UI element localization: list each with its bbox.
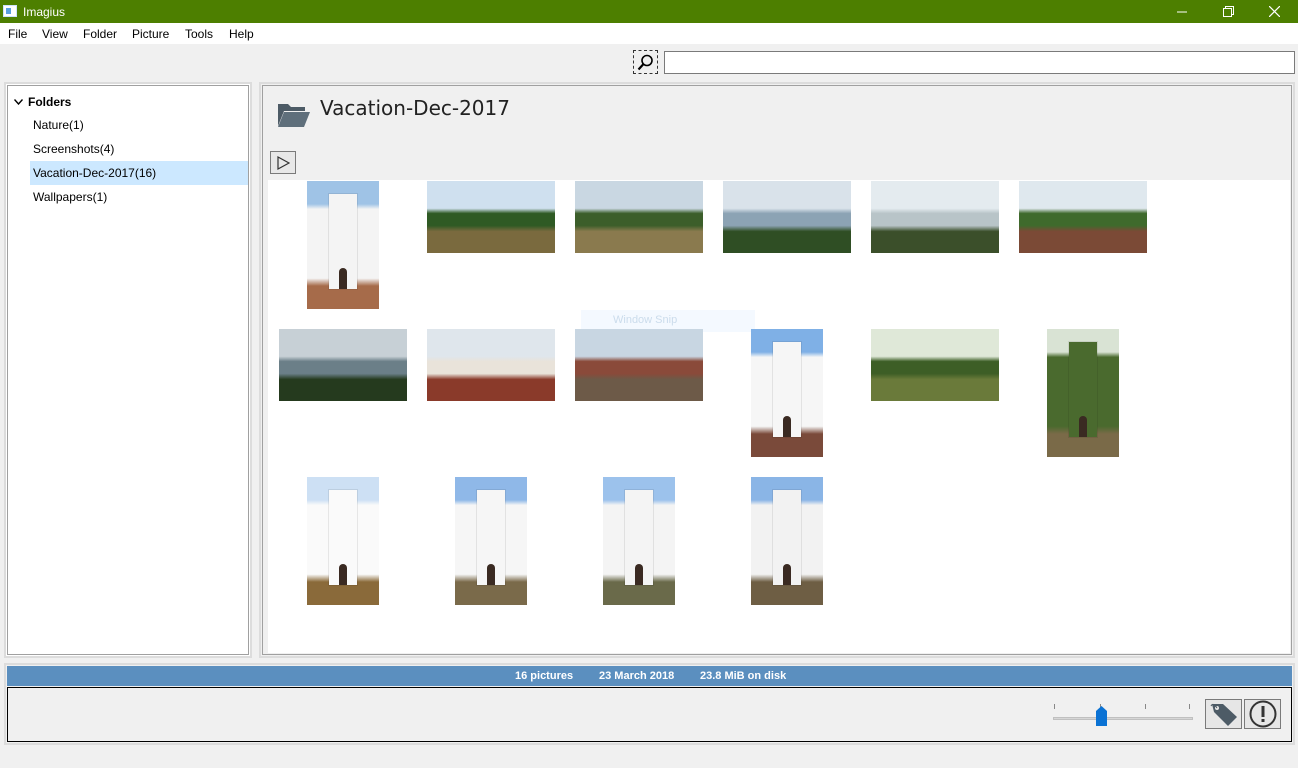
- status-strip: 16 pictures 23 March 2018 23.8 MiB on di…: [7, 666, 1292, 686]
- thumbnail-door: [1078, 415, 1088, 437]
- folders-tree: Folders Nature(1) Screenshots(4) Vacatio…: [7, 85, 249, 655]
- thumbnail-building: [328, 489, 358, 585]
- thumbnail-building: [476, 489, 506, 585]
- photo-thumbnail[interactable]: [455, 477, 527, 605]
- thumbnail-building: [1068, 341, 1098, 437]
- folders-root[interactable]: Folders: [13, 95, 72, 109]
- photo-thumbnail[interactable]: [575, 329, 703, 401]
- thumbnail-door: [782, 415, 792, 437]
- close-button[interactable]: [1251, 0, 1297, 23]
- thumbnail-building: [624, 489, 654, 585]
- thumbnail-door: [338, 563, 348, 585]
- thumbnail-building: [328, 193, 358, 289]
- thumbnail-grid: Window Snip: [268, 180, 1290, 653]
- picture-count: 16 pictures: [515, 670, 574, 682]
- folder-open-icon: [278, 104, 310, 127]
- sidebar-item-label: Wallpapers(1): [33, 190, 108, 204]
- minimize-icon: [1177, 11, 1187, 12]
- menu-picture[interactable]: Picture: [132, 27, 169, 41]
- photo-thumbnail[interactable]: [723, 181, 851, 253]
- tag-icon: [1210, 703, 1237, 726]
- search-input[interactable]: [664, 51, 1295, 74]
- photo-thumbnail[interactable]: [751, 477, 823, 605]
- thumbnail-building: [772, 341, 802, 437]
- photo-thumbnail[interactable]: [751, 329, 823, 457]
- menu-file[interactable]: File: [8, 27, 27, 41]
- menu-tools[interactable]: Tools: [185, 27, 213, 41]
- window-title: Imagius: [23, 5, 66, 19]
- chevron-down-icon[interactable]: [13, 97, 24, 107]
- search-button[interactable]: [633, 50, 658, 74]
- sidebar-item-nature[interactable]: Nature(1): [30, 113, 248, 137]
- bottom-toolbar: [7, 687, 1292, 742]
- sidebar-item-screenshots[interactable]: Screenshots(4): [30, 137, 248, 161]
- photo-thumbnail[interactable]: [1019, 181, 1147, 253]
- photo-thumbnail[interactable]: [279, 329, 407, 401]
- folders-panel: Folders Nature(1) Screenshots(4) Vacatio…: [4, 82, 252, 658]
- minimize-button[interactable]: [1159, 0, 1205, 23]
- sidebar-item-label: Screenshots(4): [33, 142, 115, 156]
- slider-tick: [1145, 704, 1146, 709]
- warning-icon: [1249, 700, 1276, 728]
- restore-icon: [1222, 6, 1234, 17]
- close-icon: [1268, 6, 1280, 17]
- menu-bar: File View Folder Picture Tools Help: [0, 23, 1298, 44]
- search-icon: [637, 54, 653, 70]
- zoom-slider-thumb[interactable]: [1096, 706, 1107, 726]
- menu-folder[interactable]: Folder: [83, 27, 117, 41]
- tag-button[interactable]: [1205, 699, 1242, 729]
- thumbnail-door: [486, 563, 496, 585]
- photo-thumbnail[interactable]: [871, 329, 999, 401]
- folder-date: 23 March 2018: [599, 670, 675, 682]
- photo-thumbnail[interactable]: [575, 181, 703, 253]
- folder-title: Vacation-Dec-2017: [320, 96, 510, 120]
- restore-button[interactable]: [1205, 0, 1251, 23]
- photo-thumbnail[interactable]: [427, 329, 555, 401]
- menu-help[interactable]: Help: [229, 27, 254, 41]
- photo-thumbnail[interactable]: [603, 477, 675, 605]
- title-bar: Imagius: [0, 0, 1298, 23]
- photo-thumbnail[interactable]: [1047, 329, 1119, 457]
- thumbnail-building: [772, 489, 802, 585]
- sidebar-item-label: Vacation-Dec-2017(16): [33, 166, 157, 180]
- thumbnail-door: [782, 563, 792, 585]
- thumbnail-door: [338, 267, 348, 289]
- photo-thumbnail[interactable]: [871, 181, 999, 253]
- menu-view[interactable]: View: [42, 27, 68, 41]
- status-area: 16 pictures 23 March 2018 23.8 MiB on di…: [4, 663, 1295, 745]
- folders-root-label: Folders: [28, 95, 72, 109]
- disk-usage: 23.8 MiB on disk: [700, 670, 787, 682]
- slider-tick: [1189, 704, 1190, 709]
- thumbnail-door: [634, 563, 644, 585]
- gallery-area: Vacation-Dec-2017 Window Snip: [262, 85, 1292, 655]
- warning-button[interactable]: [1244, 699, 1281, 729]
- sidebar-item-label: Nature(1): [33, 118, 84, 132]
- photo-thumbnail[interactable]: [307, 477, 379, 605]
- play-icon: [276, 155, 290, 170]
- zoom-slider[interactable]: [1053, 717, 1193, 720]
- slider-tick: [1054, 704, 1055, 709]
- app-icon: [3, 5, 17, 17]
- main-panel: Vacation-Dec-2017 Window Snip: [259, 82, 1295, 658]
- slideshow-button[interactable]: [270, 151, 296, 174]
- photo-thumbnail[interactable]: [307, 181, 379, 309]
- photo-thumbnail[interactable]: [427, 181, 555, 253]
- sidebar-item-vacation-dec-2017[interactable]: Vacation-Dec-2017(16): [30, 161, 248, 185]
- sidebar-item-wallpapers[interactable]: Wallpapers(1): [30, 185, 248, 209]
